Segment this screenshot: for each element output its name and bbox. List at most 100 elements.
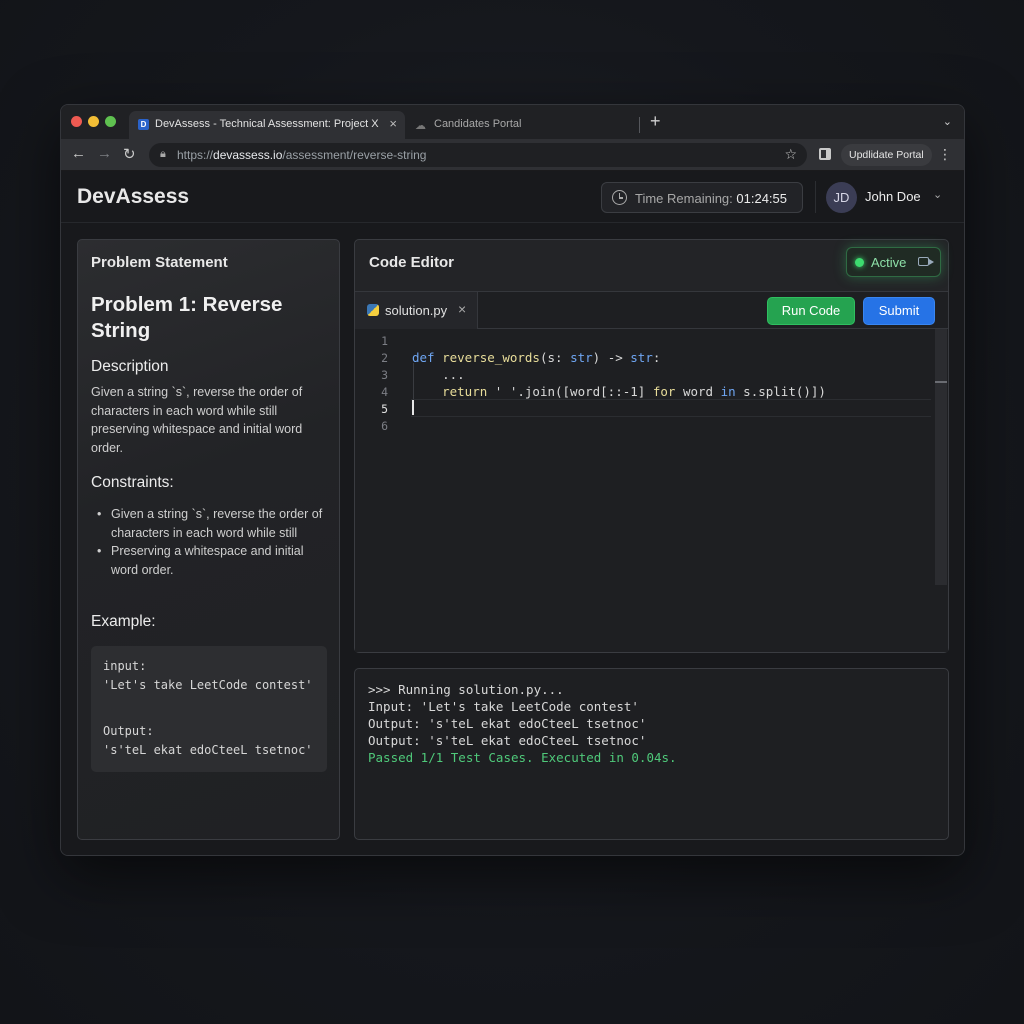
code-token: s.split()]) bbox=[735, 384, 826, 399]
url-host: devassess.io bbox=[213, 148, 283, 162]
scrollbar-marker bbox=[935, 381, 947, 383]
example-input-value: 'Let's take LeetCode contest' bbox=[103, 678, 313, 692]
clock-icon bbox=[612, 190, 627, 205]
camera-icon bbox=[918, 257, 934, 266]
keyword: for bbox=[652, 384, 676, 399]
code-line: ... bbox=[412, 367, 465, 382]
tab-candidates-portal[interactable]: ☁ Candidates Portal bbox=[413, 111, 639, 139]
line-number-gutter: 1 2 3 4 5 6 bbox=[355, 329, 395, 649]
status-label: Active bbox=[871, 255, 907, 270]
output-console: >>> Running solution.py... Input: 'Let's… bbox=[354, 668, 949, 840]
function-name: reverse_words bbox=[442, 350, 540, 365]
time-remaining-badge: Time Remaining: 01:24:55 bbox=[601, 182, 803, 213]
minimize-window-button[interactable] bbox=[88, 116, 99, 127]
tab-title: DevAssess - Technical Assessment: Projec… bbox=[155, 118, 379, 130]
cloud-icon: ☁ bbox=[415, 120, 426, 132]
description-heading: Description bbox=[91, 358, 169, 375]
lock-icon: 🔒︎ bbox=[160, 148, 166, 160]
tab-divider bbox=[478, 328, 948, 329]
code-editor-panel: Code Editor Active solution.py × Run Cod… bbox=[354, 239, 949, 653]
example-output-label: Output: bbox=[103, 724, 154, 738]
app-logo: DevAssess bbox=[77, 185, 190, 208]
url-scheme: https:// bbox=[177, 148, 214, 162]
description-text: Given a string `s`, reverse the order of… bbox=[91, 385, 303, 455]
browser-window: D DevAssess - Technical Assessment: Proj… bbox=[60, 104, 965, 856]
avatar[interactable]: JD bbox=[826, 182, 857, 213]
tab-devassess[interactable]: D DevAssess - Technical Assessment: Proj… bbox=[129, 111, 405, 139]
panel-title: Problem Statement bbox=[91, 254, 228, 271]
close-tab-icon[interactable]: × bbox=[389, 116, 397, 131]
example-output-value: 's'teL ekat edoCteeL tsetnoc' bbox=[103, 743, 313, 757]
run-code-button[interactable]: Run Code bbox=[767, 297, 855, 325]
close-file-icon[interactable]: × bbox=[458, 301, 466, 317]
tab-search-chevron-icon[interactable]: ⌄ bbox=[943, 115, 952, 128]
bookmark-star-icon[interactable]: ☆ bbox=[784, 146, 797, 163]
current-line-highlight bbox=[411, 399, 931, 417]
header-divider bbox=[815, 181, 816, 213]
line-number: 5 bbox=[381, 402, 388, 416]
console-line: Output: 's'teL ekat edoCteeL tsetnoc' bbox=[368, 733, 647, 748]
update-portal-button[interactable]: Updlidate Portal bbox=[841, 144, 932, 166]
type-name: str bbox=[570, 350, 593, 365]
timer-label: Time Remaining: bbox=[635, 191, 737, 206]
console-line: >>> Running solution.py... bbox=[368, 682, 564, 697]
reload-button[interactable]: ↻ bbox=[123, 145, 136, 163]
panel-title: Code Editor bbox=[369, 254, 454, 271]
user-name[interactable]: John Doe bbox=[865, 189, 921, 204]
close-window-button[interactable] bbox=[71, 116, 82, 127]
file-name: solution.py bbox=[385, 303, 448, 318]
line-number: 3 bbox=[381, 368, 388, 382]
app-header: DevAssess Time Remaining: 01:24:55 JD Jo… bbox=[61, 171, 964, 223]
problem-statement-panel: Problem Statement Problem 1: Reverse Str… bbox=[77, 239, 340, 840]
list-item: Preserving a whitespace and initial word… bbox=[91, 542, 331, 579]
browser-menu-icon[interactable]: ⋮ bbox=[938, 146, 952, 163]
python-file-icon bbox=[367, 304, 379, 316]
app-content: DevAssess Time Remaining: 01:24:55 JD Jo… bbox=[61, 171, 964, 855]
back-button[interactable]: ← bbox=[71, 145, 86, 162]
list-item: Given a string `s`, reverse the order of… bbox=[91, 505, 331, 542]
url-text: https://devassess.io/assessment/reverse-… bbox=[177, 148, 426, 162]
devassess-favicon-icon: D bbox=[138, 119, 149, 130]
line-number: 1 bbox=[381, 334, 388, 348]
forward-button[interactable]: → bbox=[97, 145, 112, 162]
console-line: Input: 'Let's take LeetCode contest' bbox=[368, 699, 639, 714]
example-code-block: input: 'Let's take LeetCode contest' Out… bbox=[91, 646, 327, 772]
keyword: return bbox=[442, 384, 488, 399]
submit-button[interactable]: Submit bbox=[863, 297, 935, 325]
code-token: word bbox=[675, 384, 721, 399]
status-badge: Active bbox=[846, 247, 941, 277]
address-bar[interactable]: 🔒︎ https://devassess.io/assessment/rever… bbox=[149, 143, 807, 167]
code-token: ' '.join([word[::-1] bbox=[487, 384, 653, 399]
console-line: Output: 's'teL ekat edoCteeL tsetnoc' bbox=[368, 716, 647, 731]
maximize-window-button[interactable] bbox=[105, 116, 116, 127]
new-tab-button[interactable]: + bbox=[650, 111, 661, 132]
code-token: : bbox=[652, 350, 661, 365]
keyword: in bbox=[720, 384, 736, 399]
constraints-heading: Constraints: bbox=[91, 474, 174, 491]
tab-title: Candidates Portal bbox=[434, 118, 522, 130]
timer-value: 01:24:55 bbox=[736, 191, 787, 206]
text-cursor bbox=[412, 400, 414, 415]
problem-title: Problem 1: Reverse String bbox=[91, 293, 283, 342]
code-token: (s: bbox=[539, 350, 571, 365]
browser-toolbar: ← → ↻ 🔒︎ https://devassess.io/assessment… bbox=[61, 139, 964, 171]
side-panel-icon[interactable] bbox=[819, 148, 831, 160]
keyword: def bbox=[412, 350, 435, 365]
status-dot-icon bbox=[855, 258, 864, 267]
tab-separator bbox=[639, 117, 640, 133]
timer-text: Time Remaining: 01:24:55 bbox=[635, 191, 787, 206]
tab-strip: D DevAssess - Technical Assessment: Proj… bbox=[61, 105, 964, 139]
code-token: ) -> bbox=[592, 350, 631, 365]
line-number: 6 bbox=[381, 419, 388, 433]
file-tab-solution[interactable]: solution.py × bbox=[355, 292, 478, 329]
code-line: return ' '.join([word[::-1] for word in … bbox=[412, 384, 826, 399]
code-area[interactable]: solution.py × Run Code Submit 1 2 3 4 5 … bbox=[355, 291, 948, 652]
example-input-label: input: bbox=[103, 659, 147, 673]
line-number: 4 bbox=[381, 385, 388, 399]
console-result-line: Passed 1/1 Test Cases. Executed in 0.04s… bbox=[368, 750, 677, 765]
type-name: str bbox=[630, 350, 653, 365]
url-path: /assessment/reverse-string bbox=[282, 148, 427, 162]
code-line: def reverse_words(s: str) -> str: bbox=[412, 350, 660, 365]
user-menu-chevron-icon[interactable]: ⌄ bbox=[933, 188, 942, 201]
editor-scrollbar[interactable] bbox=[935, 329, 947, 585]
